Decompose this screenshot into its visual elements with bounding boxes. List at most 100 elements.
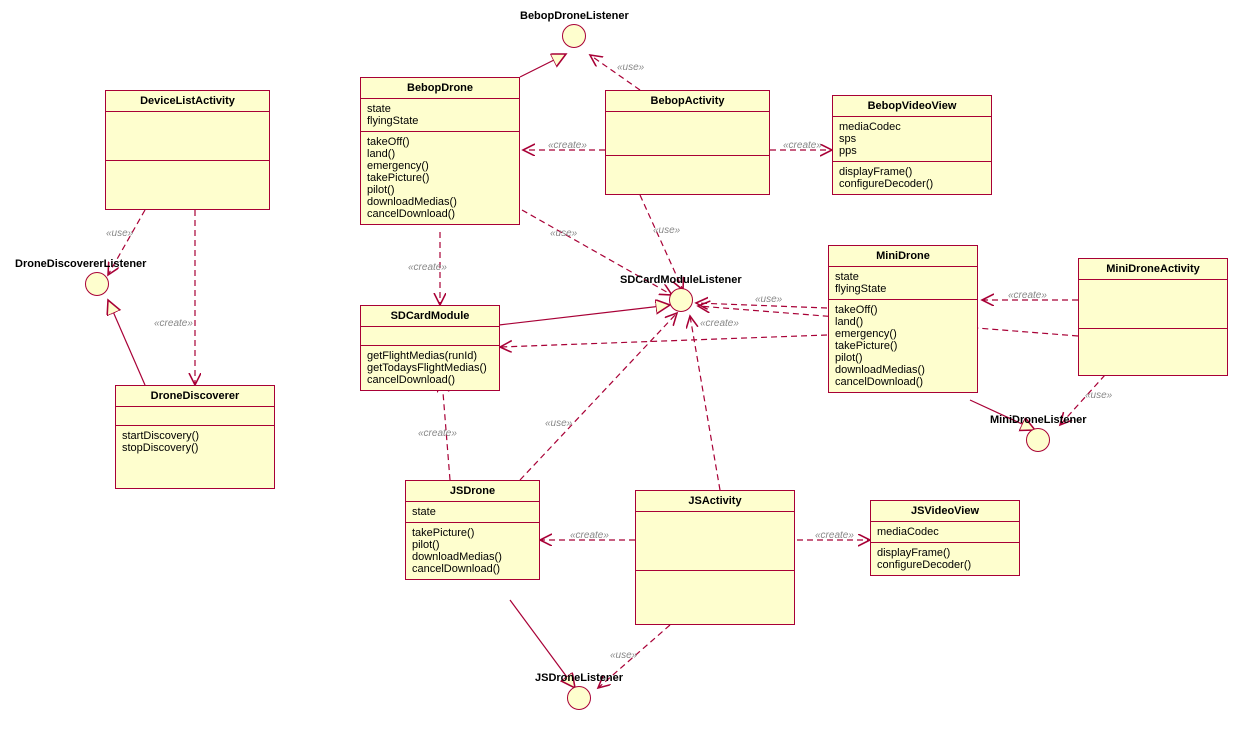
interface-circle-icon — [669, 288, 693, 312]
method-row: pilot() — [835, 352, 971, 364]
method-row: emergency() — [367, 160, 513, 172]
class-js-drone: JSDrone state takePicture() pilot() down… — [405, 480, 540, 580]
method-row: configureDecoder() — [877, 559, 1013, 571]
class-name: BebopDrone — [361, 78, 519, 99]
method-row: cancelDownload() — [412, 563, 533, 575]
class-attrs — [116, 407, 274, 426]
interface-mini-drone-listener: MiniDroneListener — [990, 414, 1087, 452]
class-attrs: state flyingState — [361, 99, 519, 132]
class-drone-discoverer: DroneDiscoverer startDiscovery() stopDis… — [115, 385, 275, 489]
class-attrs — [106, 112, 269, 161]
method-row: emergency() — [835, 328, 971, 340]
method-row: stopDiscovery() — [122, 442, 268, 454]
class-attrs — [361, 327, 499, 346]
edge-label-use: «use» — [1085, 390, 1112, 401]
interface-circle-icon — [562, 24, 586, 48]
class-mini-drone: MiniDrone state flyingState takeOff() la… — [828, 245, 978, 393]
method-row: pilot() — [412, 539, 533, 551]
attr-row: state — [412, 506, 533, 518]
class-name: JSVideoView — [871, 501, 1019, 522]
class-name: DroneDiscoverer — [116, 386, 274, 407]
class-methods — [606, 156, 769, 170]
class-device-list-activity: DeviceListActivity — [105, 90, 270, 210]
method-row: cancelDownload() — [367, 374, 493, 386]
method-row: downloadMedias() — [412, 551, 533, 563]
class-methods — [106, 161, 269, 175]
class-bebop-drone: BebopDrone state flyingState takeOff() l… — [360, 77, 520, 225]
edge-label-use: «use» — [610, 650, 637, 661]
class-attrs: mediaCodec sps pps — [833, 117, 991, 162]
edge-label-use: «use» — [755, 294, 782, 305]
attr-row: state — [367, 103, 513, 115]
class-bebop-video-view: BebopVideoView mediaCodec sps pps displa… — [832, 95, 992, 195]
interface-sdcard-module-listener: SDCardModuleListener — [620, 274, 742, 312]
attr-row: sps — [839, 133, 985, 145]
class-mini-drone-activity: MiniDroneActivity — [1078, 258, 1228, 376]
class-name: MiniDroneActivity — [1079, 259, 1227, 280]
class-methods: takeOff() land() emergency() takePicture… — [829, 300, 977, 392]
class-js-video-view: JSVideoView mediaCodec displayFrame() co… — [870, 500, 1020, 576]
interface-label: SDCardModuleListener — [620, 274, 742, 286]
interface-label: MiniDroneListener — [990, 414, 1087, 426]
class-attrs: state flyingState — [829, 267, 977, 300]
class-attrs — [1079, 280, 1227, 329]
edge-label-create: «create» — [700, 318, 739, 329]
class-attrs: state — [406, 502, 539, 523]
edge-label-use: «use» — [545, 418, 572, 429]
class-js-activity: JSActivity — [635, 490, 795, 625]
edge-label-use: «use» — [550, 228, 577, 239]
interface-drone-discoverer-listener: DroneDiscovererListener — [15, 258, 146, 296]
method-row: takeOff() — [835, 304, 971, 316]
method-row: cancelDownload() — [367, 208, 513, 220]
attr-row: state — [835, 271, 971, 283]
edge-label-create: «create» — [418, 428, 457, 439]
attr-row: mediaCodec — [839, 121, 985, 133]
method-row: configureDecoder() — [839, 178, 985, 190]
attr-row: mediaCodec — [877, 526, 1013, 538]
attr-row: pps — [839, 145, 985, 157]
edge-label-use: «use» — [106, 228, 133, 239]
edge-label-use: «use» — [617, 62, 644, 73]
class-name: BebopVideoView — [833, 96, 991, 117]
method-row: takePicture() — [835, 340, 971, 352]
interface-bebop-drone-listener: BebopDroneListener — [520, 10, 629, 48]
method-row: downloadMedias() — [367, 196, 513, 208]
class-methods: takeOff() land() emergency() takePicture… — [361, 132, 519, 224]
edge-label-use: «use» — [653, 225, 680, 236]
edge-label-create: «create» — [1008, 290, 1047, 301]
class-attrs: mediaCodec — [871, 522, 1019, 543]
class-attrs — [636, 512, 794, 571]
method-row: getTodaysFlightMedias() — [367, 362, 493, 374]
class-methods: startDiscovery() stopDiscovery() — [116, 426, 274, 488]
interface-label: DroneDiscovererListener — [15, 258, 146, 270]
class-bebop-activity: BebopActivity — [605, 90, 770, 195]
edge-label-create: «create» — [815, 530, 854, 541]
class-sdcard-module: SDCardModule getFlightMedias(runId) getT… — [360, 305, 500, 391]
interface-js-drone-listener: JSDroneListener — [535, 672, 623, 710]
method-row: pilot() — [367, 184, 513, 196]
method-row: takePicture() — [412, 527, 533, 539]
method-row: land() — [835, 316, 971, 328]
class-methods: takePicture() pilot() downloadMedias() c… — [406, 523, 539, 579]
class-methods — [636, 571, 794, 585]
interface-label: BebopDroneListener — [520, 10, 629, 22]
method-row: takeOff() — [367, 136, 513, 148]
interface-circle-icon — [567, 686, 591, 710]
edge-label-create: «create» — [154, 318, 193, 329]
edge-label-create: «create» — [408, 262, 447, 273]
class-methods: displayFrame() configureDecoder() — [833, 162, 991, 194]
method-row: cancelDownload() — [835, 376, 971, 388]
class-methods — [1079, 329, 1227, 343]
interface-circle-icon — [1026, 428, 1050, 452]
method-row: startDiscovery() — [122, 430, 268, 442]
method-row: displayFrame() — [839, 166, 985, 178]
class-methods: displayFrame() configureDecoder() — [871, 543, 1019, 575]
edge-label-create: «create» — [570, 530, 609, 541]
method-row: land() — [367, 148, 513, 160]
class-name: BebopActivity — [606, 91, 769, 112]
attr-row: flyingState — [835, 283, 971, 295]
class-name: MiniDrone — [829, 246, 977, 267]
method-row: takePicture() — [367, 172, 513, 184]
class-methods: getFlightMedias(runId) getTodaysFlightMe… — [361, 346, 499, 390]
method-row: downloadMedias() — [835, 364, 971, 376]
